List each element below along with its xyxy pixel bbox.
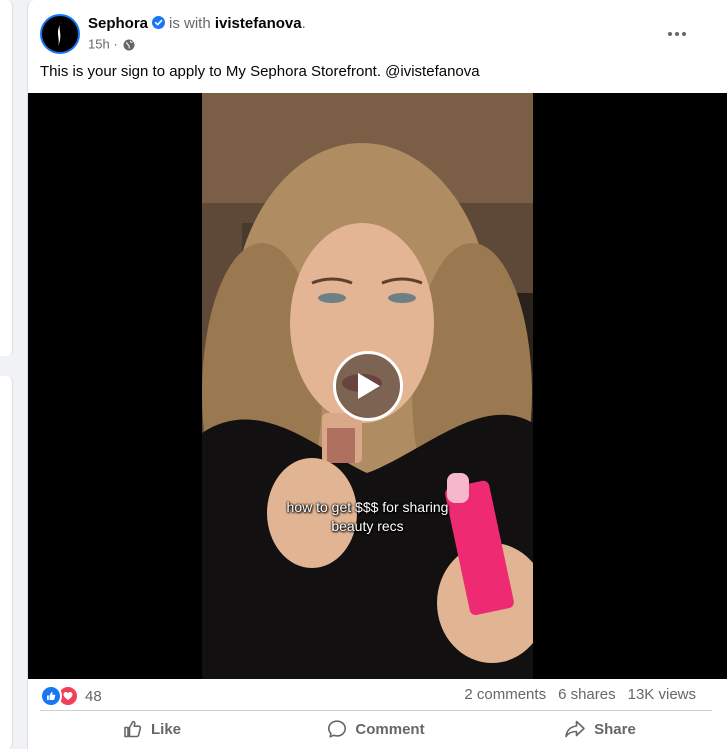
author-name[interactable]: Sephora <box>88 15 148 32</box>
post-actions: Like Comment Share <box>40 714 712 744</box>
engagement-counts: 2 comments 6 shares 13K views <box>464 686 696 703</box>
thumbs-up-outline-icon <box>124 720 142 738</box>
like-button[interactable]: Like <box>40 714 264 744</box>
caption-line-1: how to get $$$ for sharing <box>286 499 449 515</box>
post-time-line: 15h · <box>88 35 306 54</box>
video-caption: how to get $$$ for sharing beauty recs <box>202 498 533 536</box>
video-player[interactable]: how to get $$$ for sharing beauty recs <box>28 93 727 679</box>
views-count: 13K views <box>627 686 696 703</box>
author-line: Sephora is with ivistefanova. <box>88 14 306 34</box>
comment-label: Comment <box>355 720 425 738</box>
reactions-summary[interactable]: 48 <box>40 685 102 707</box>
more-options-icon[interactable] <box>662 22 692 46</box>
with-text: is with <box>169 15 211 32</box>
time-separator: · <box>113 36 118 52</box>
globe-icon[interactable] <box>123 39 135 51</box>
comment-button[interactable]: Comment <box>264 714 488 744</box>
more-dot <box>682 32 686 36</box>
reaction-count: 48 <box>85 687 102 705</box>
share-label: Share <box>594 720 636 738</box>
play-icon <box>358 373 380 399</box>
post-meta: Sephora is with ivistefanova. 15h · <box>88 14 306 54</box>
author-avatar[interactable] <box>40 14 80 54</box>
like-label: Like <box>150 720 181 738</box>
shares-count[interactable]: 6 shares <box>558 686 616 703</box>
caption-line-2: beauty recs <box>331 518 404 534</box>
post-header: Sephora is with ivistefanova. 15h · <box>40 14 712 54</box>
more-dot <box>668 32 672 36</box>
verified-badge-icon <box>152 16 166 29</box>
post-stats: 48 2 comments 6 shares 13K views <box>40 684 696 707</box>
sephora-logo-icon <box>44 18 76 50</box>
play-button[interactable] <box>333 351 403 421</box>
adjacent-panel-top <box>0 0 13 356</box>
post-card: Sephora is with ivistefanova. 15h · This … <box>27 0 727 749</box>
tagged-suffix: . <box>301 15 306 32</box>
actions-divider <box>40 710 712 711</box>
share-button[interactable]: Share <box>488 714 712 744</box>
adjacent-panel-bottom <box>0 376 13 749</box>
thumbs-up-reaction-icon <box>40 685 62 707</box>
speech-bubble-icon <box>328 720 347 738</box>
post-text: This is your sign to apply to My Sephora… <box>40 63 480 80</box>
more-dot <box>675 32 679 36</box>
comments-count[interactable]: 2 comments <box>464 686 546 703</box>
tagged-user[interactable]: ivistefanova <box>215 15 302 32</box>
share-arrow-icon <box>565 720 585 738</box>
post-time[interactable]: 15h <box>88 37 110 52</box>
